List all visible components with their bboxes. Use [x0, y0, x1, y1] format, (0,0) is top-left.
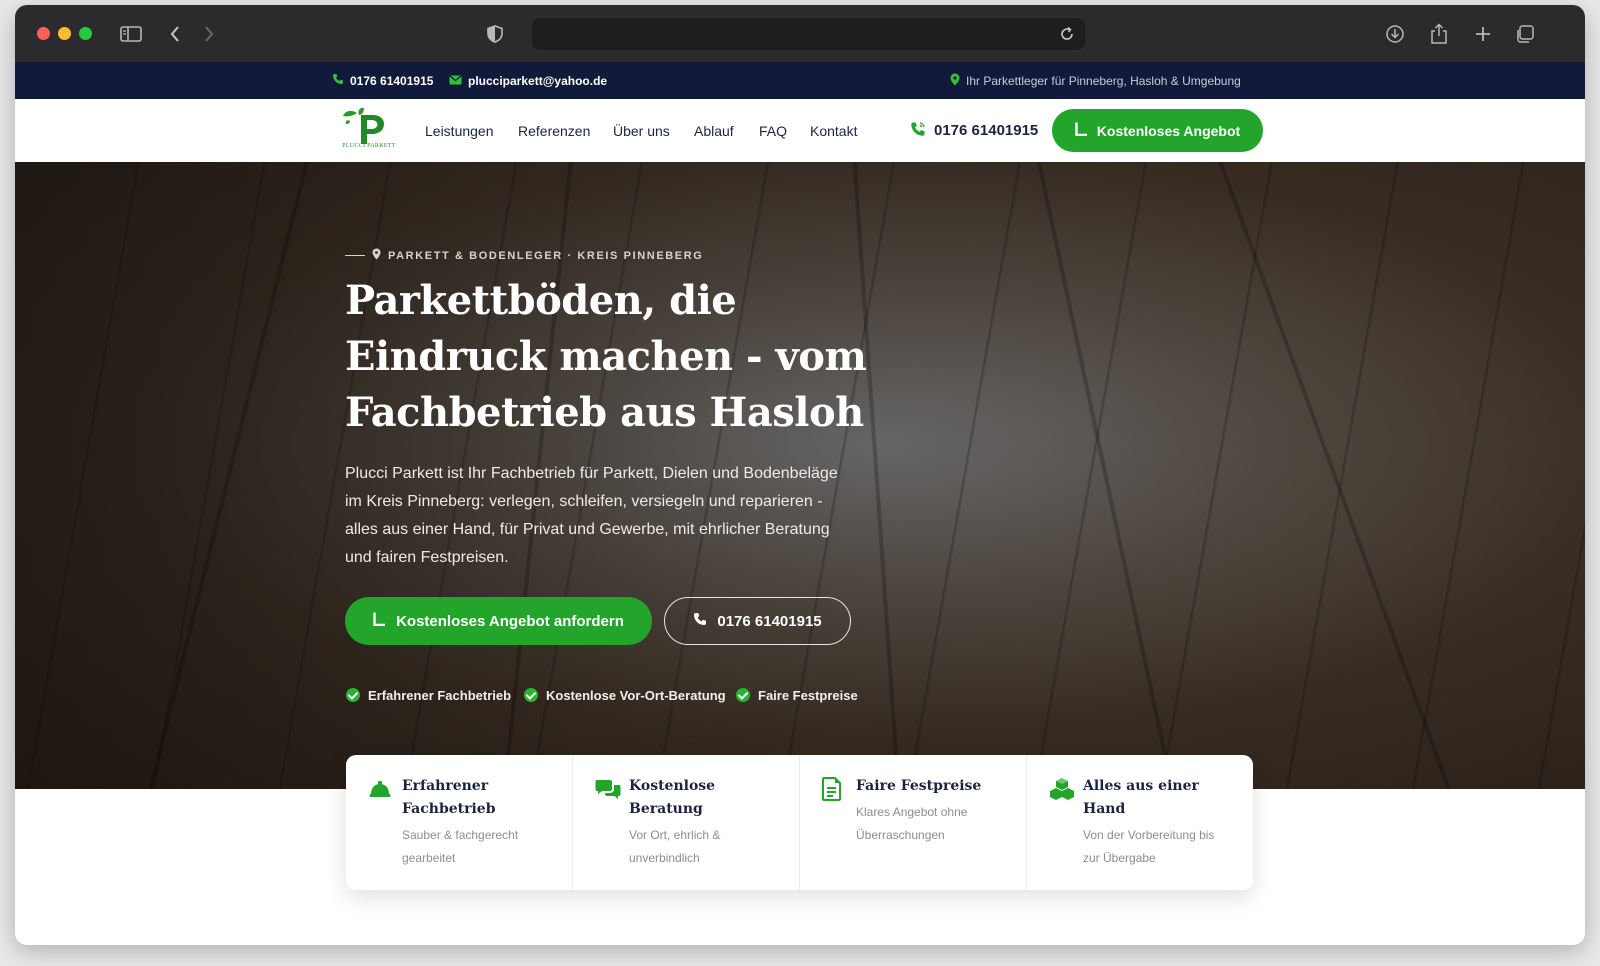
call-button[interactable]: 0176 61401915: [664, 597, 851, 645]
download-icon[interactable]: [1383, 20, 1407, 48]
form-icon: [1075, 122, 1088, 139]
trust-item: Faire Festpreise: [736, 684, 858, 706]
feature-card: Kostenlose Beratung Vor Ort, ehrlich & u…: [573, 755, 800, 890]
topbar-phone-text: 0176 61401915: [350, 73, 434, 88]
nav-phone-link[interactable]: 0176 61401915: [910, 99, 1038, 162]
check-circle-icon: [346, 688, 360, 702]
hero-floor-texture: [1211, 162, 1463, 789]
trust-item-label: Erfahrener Fachbetrieb: [368, 687, 512, 703]
hero-floor-texture: [137, 162, 317, 789]
topbar-tagline-text: Ihr Parkettleger für Pinneberg, Hasloh &…: [966, 73, 1241, 88]
check-circle-icon: [524, 688, 538, 702]
location-pin-icon: [950, 73, 960, 89]
nav-link-referenzen[interactable]: Referenzen: [518, 99, 590, 162]
maximize-window-button[interactable]: [79, 27, 92, 40]
topbar-email-text: plucciparkett@yahoo.de: [468, 73, 608, 88]
topbar-email[interactable]: plucciparkett@yahoo.de: [449, 62, 607, 99]
location-pin-icon: [372, 248, 381, 263]
document-icon: [822, 777, 846, 801]
back-icon[interactable]: [165, 20, 185, 48]
feature-title: Erfahrener Fachbetrieb: [402, 778, 496, 817]
nav-offer-button[interactable]: Kostenloses Angebot: [1052, 109, 1263, 152]
feature-desc: Von der Vorbereitung bis zur Übergabe: [1083, 828, 1215, 865]
topbar-phone[interactable]: 0176 61401915: [332, 62, 433, 99]
phone-icon: [332, 73, 344, 88]
chat-icon: [595, 777, 621, 801]
hero-description: Plucci Parkett ist Ihr Fachbetrieb für P…: [345, 465, 838, 566]
tabs-overview-icon[interactable]: [1513, 20, 1537, 48]
hero-eyebrow-text: PARKETT & BODENLEGER · KREIS PINNEBERG: [388, 249, 704, 262]
boxes-icon: [1049, 777, 1074, 801]
top-info-bar: 0176 61401915 plucciparkett@yahoo.de Ihr…: [15, 62, 1585, 99]
form-icon: [373, 612, 386, 630]
phone-ringing-icon: [910, 121, 926, 141]
feature-desc: Sauber & fachgerecht gearbeitet: [402, 828, 519, 865]
nav-phone-text: 0176 61401915: [934, 122, 1039, 139]
minimize-window-button[interactable]: [58, 27, 71, 40]
hero-floor-texture: [849, 162, 905, 789]
feature-card: Erfahrener Fachbetrieb Sauber & fachgere…: [346, 755, 573, 890]
shield-icon[interactable]: [483, 20, 507, 48]
feature-cards: Erfahrener Fachbetrieb Sauber & fachgere…: [346, 755, 1253, 890]
close-window-button[interactable]: [37, 27, 50, 40]
trust-item-label: Kostenlose Vor-Ort-Beratung: [546, 687, 726, 703]
feature-card: Faire Festpreise Klares Angebot ohne Übe…: [800, 755, 1027, 890]
eyebrow-dash: [345, 255, 365, 256]
nav-link-faq[interactable]: FAQ: [759, 99, 787, 162]
new-tab-icon[interactable]: [1471, 20, 1495, 48]
hero-floor-texture: [1030, 162, 1184, 789]
feature-title: Faire Festpreise: [856, 778, 982, 794]
feature-card: Alles aus einer Hand Von der Vorbereitun…: [1027, 755, 1253, 890]
mail-icon: [449, 74, 462, 88]
nav-link-ueber-uns[interactable]: Über uns: [613, 99, 670, 162]
forward-icon[interactable]: [199, 20, 219, 48]
trust-item: Erfahrener Fachbetrieb: [346, 684, 511, 706]
address-bar[interactable]: [532, 18, 1085, 50]
trust-item-label: Faire Festpreise: [758, 687, 858, 703]
feature-title: Kostenlose Beratung: [629, 778, 716, 817]
trust-item: Kostenlose Vor-Ort-Beratung: [524, 684, 726, 706]
helmet-icon: [368, 777, 392, 801]
browser-window: 0176 61401915 plucciparkett@yahoo.de Ihr…: [15, 5, 1585, 945]
hero-section: PARKETT & BODENLEGER · KREIS PINNEBERG P…: [15, 162, 1585, 789]
nav-link-leistungen[interactable]: Leistungen: [425, 99, 494, 162]
request-offer-label: Kostenloses Angebot anfordern: [396, 612, 624, 630]
browser-toolbar: [15, 5, 1585, 62]
request-offer-button[interactable]: Kostenloses Angebot anfordern: [345, 597, 652, 645]
reload-icon[interactable]: [1057, 24, 1077, 44]
phone-icon: [693, 612, 707, 630]
hero-eyebrow: PARKETT & BODENLEGER · KREIS PINNEBERG: [345, 248, 703, 263]
call-button-label: 0176 61401915: [717, 612, 822, 630]
feature-desc: Klares Angebot ohne Überraschungen: [856, 805, 968, 842]
sidebar-icon[interactable]: [117, 20, 145, 48]
feature-desc: Vor Ort, ehrlich & unverbindlich: [629, 828, 721, 865]
nav-link-ablauf[interactable]: Ablauf: [694, 99, 734, 162]
check-circle-icon: [736, 688, 750, 702]
nav-link-kontakt[interactable]: Kontakt: [810, 99, 857, 162]
topbar-tagline: Ihr Parkettleger für Pinneberg, Hasloh &…: [950, 62, 1241, 99]
share-icon[interactable]: [1427, 20, 1451, 48]
logo-wordmark: PLUCCI PARKETT: [342, 143, 396, 149]
nav-offer-label: Kostenloses Angebot: [1096, 122, 1241, 139]
main-navbar: PLUCCI PARKETT Leistungen Referenzen Übe…: [15, 99, 1585, 162]
hero-title: Parkettböden, die Eindruck machen - vom …: [345, 277, 867, 436]
feature-title: Alles aus einer Hand: [1083, 778, 1199, 817]
